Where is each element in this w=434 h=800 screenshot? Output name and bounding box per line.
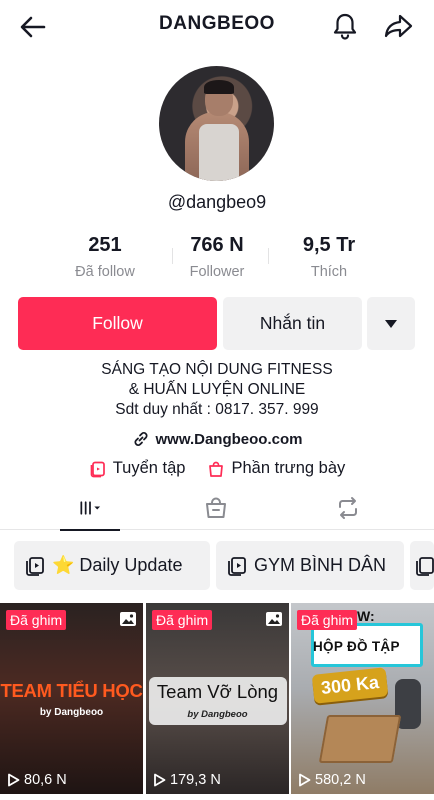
video-byline: by Dangbeoo <box>39 707 104 718</box>
grid-icon <box>80 501 101 515</box>
video-grid: TEAM TIỂU HỌC by Dangbeoo Đã ghim 80,6 N… <box>0 603 434 800</box>
video-byline: by Dangbeoo <box>187 709 248 720</box>
message-button[interactable]: Nhắn tin <box>223 297 362 350</box>
photo-icon <box>266 612 282 626</box>
repost-icon <box>339 497 357 519</box>
tab-videos[interactable] <box>60 486 120 531</box>
video-tile[interactable]: REVIEW: HỘP ĐỒ TẬP 300 Ka Đã ghim 580,2 … <box>291 603 434 794</box>
price-tag: 300 Ka <box>311 667 389 704</box>
view-count-text: 80,6 N <box>24 772 67 788</box>
video-caption: Team Vỡ Lòng <box>156 681 279 702</box>
pinned-badge: Đã ghim <box>152 610 213 630</box>
tab-reposts[interactable] <box>318 486 378 530</box>
view-count-text: 179,3 N <box>170 772 221 788</box>
playlist-gym-binh-dan[interactable]: GYM BÌNH DÂN <box>216 541 404 590</box>
video-tile[interactable]: Team Vỡ Lòng by Dangbeoo Đã ghim 179,3 N <box>146 603 289 794</box>
profile-title: DANGBEOO <box>159 13 275 34</box>
bio-line: Sdt duy nhất : 0817. 357. 999 <box>115 401 319 418</box>
play-icon <box>154 773 166 787</box>
video-caption: HỘP ĐỒ TẬP <box>313 639 400 654</box>
stat-followers-label: Follower <box>189 264 245 280</box>
content-tabs <box>0 486 434 531</box>
avatar[interactable] <box>159 66 274 181</box>
link-icon <box>134 431 148 447</box>
play-icon <box>8 773 20 787</box>
photo-icon <box>120 612 136 626</box>
caret-down-icon <box>385 319 397 328</box>
stat-likes-label: Thích <box>310 264 348 280</box>
shopping-bag-icon <box>209 461 224 477</box>
collection-icon <box>90 461 105 477</box>
bell-icon[interactable] <box>330 11 360 41</box>
collection-label: Tuyển tập <box>112 459 186 477</box>
showcase-chip[interactable]: Phần trưng bày <box>207 459 345 478</box>
playlist-daily-update[interactable]: ⭐ Daily Update <box>14 541 210 590</box>
view-count: 179,3 N <box>153 772 221 788</box>
playlist-label: ⭐ Daily Update <box>52 555 183 575</box>
pinned-badge: Đã ghim <box>6 610 67 630</box>
stat-following[interactable]: 251 Đã follow <box>45 234 165 280</box>
username: @dangbeo9 <box>167 192 267 212</box>
view-count: 580,2 N <box>298 772 366 788</box>
video-tile[interactable]: TEAM TIỂU HỌC by Dangbeoo Đã ghim 80,6 N <box>0 603 143 794</box>
follow-button[interactable]: Follow <box>18 297 217 350</box>
shop-bag-icon <box>206 497 226 518</box>
stat-followers[interactable]: 766 N Follower <box>157 234 277 280</box>
top-bar: DANGBEOO <box>0 0 434 52</box>
stat-following-label: Đã follow <box>75 264 135 280</box>
share-arrow-icon[interactable] <box>382 11 414 41</box>
view-count: 80,6 N <box>7 772 67 788</box>
collection-chip[interactable]: Tuyển tập <box>89 459 186 478</box>
bio-link[interactable]: www.Dangbeoo.com <box>0 430 434 448</box>
playlist-label: GYM BÌNH DÂN <box>254 555 387 575</box>
profile-chips: Tuyển tập Phần trưng bày <box>0 459 434 478</box>
stat-following-value: 251 <box>88 234 122 256</box>
video-caption: TEAM TIỂU HỌC <box>0 680 143 701</box>
playlist-partial[interactable] <box>410 541 434 590</box>
playlist-icon <box>416 556 434 576</box>
stat-followers-value: 766 N <box>190 234 244 256</box>
view-count-text: 580,2 N <box>315 772 366 788</box>
pinned-badge: Đã ghim <box>297 610 358 630</box>
bio: SÁNG TẠO NỘI DUNG FITNESS & HUẤN LUYỆN O… <box>0 360 434 420</box>
stat-likes[interactable]: 9,5 Tr Thích <box>269 234 389 280</box>
bio-link-text: www.Dangbeoo.com <box>155 430 303 448</box>
product-box <box>318 715 402 763</box>
more-dropdown-button[interactable] <box>367 297 415 350</box>
showcase-label: Phần trưng bày <box>231 459 346 477</box>
play-icon <box>299 773 311 787</box>
bio-line: & HUẤN LUYỆN ONLINE <box>128 381 306 398</box>
playlist-icon <box>228 556 246 576</box>
playlist-icon <box>26 556 44 576</box>
bio-line: SÁNG TẠO NỘI DUNG FITNESS <box>101 361 333 378</box>
stat-likes-value: 9,5 Tr <box>302 234 356 256</box>
tab-shop[interactable] <box>186 486 246 530</box>
